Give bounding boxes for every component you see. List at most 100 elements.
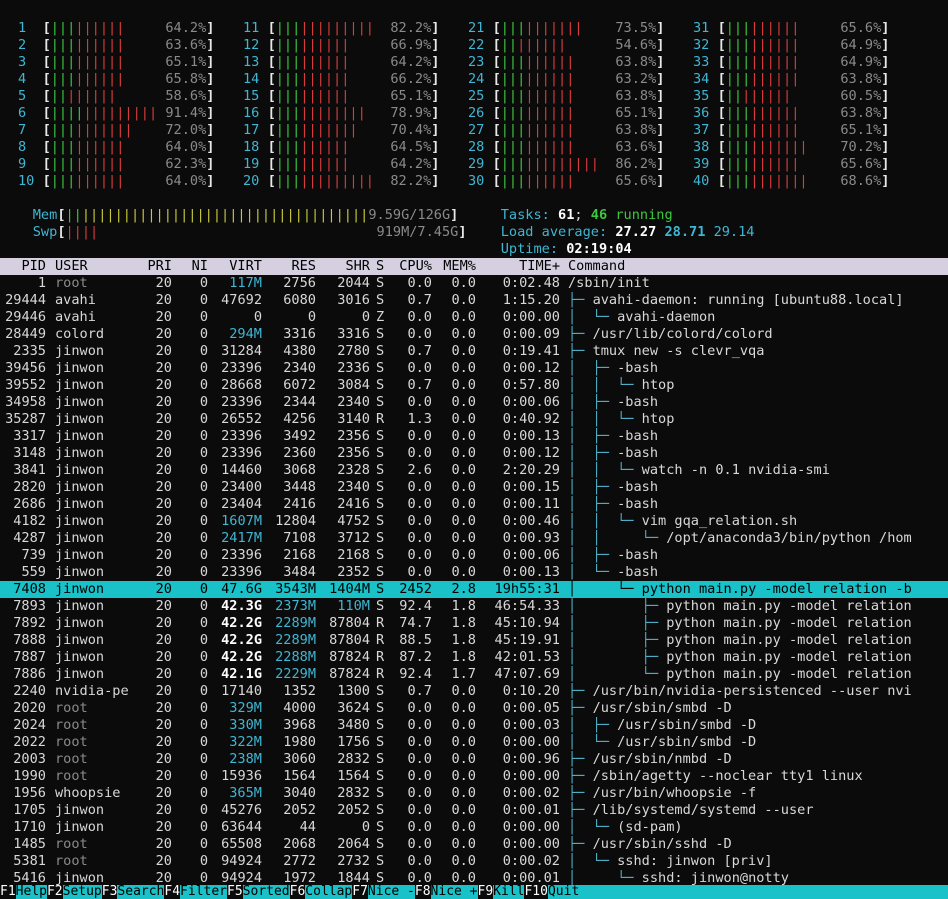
meter-bar-empty xyxy=(358,122,391,138)
fkey-f3[interactable]: F3 xyxy=(101,885,118,899)
process-cpu: 0.0 xyxy=(407,445,432,461)
fkey-label[interactable]: Collap xyxy=(305,885,352,899)
process-row[interactable]: 7886 jinwon 20 0 42.1G 2229M 87824 R 92.4 1.7 47:0… xyxy=(0,666,948,683)
process-row[interactable]: 1710 jinwon 20 0 63644 44 0 S 0.0 0.0 0:00.00 │ └─ … xyxy=(0,819,948,836)
col-user[interactable]: USER xyxy=(55,258,139,275)
process-st: S xyxy=(376,734,385,750)
fkey-label[interactable]: Kill xyxy=(493,885,524,899)
meter-bracket: [ xyxy=(492,71,501,87)
fkey-f4[interactable]: F4 xyxy=(164,885,181,899)
process-row[interactable]: 39552 jinwon 20 0 28668 6072 3084 S 0.7 0.0 0:57.8… xyxy=(0,377,948,394)
process-row[interactable]: 35287 jinwon 20 0 26552 4256 3140 R 1.3 0.0 0:40.9… xyxy=(0,411,948,428)
process-row[interactable]: 2022 root 20 0 322M 1980 1756 S 0.0 0.0 0:00.00 │ └… xyxy=(0,734,948,751)
process-ni: 0 xyxy=(199,547,208,563)
process-row[interactable]: 7408 jinwon 20 0 47.6G 3543M 1404M S 2452 2.8 19h5… xyxy=(0,581,948,598)
process-command: │ └─ python main.py -model relation xyxy=(568,666,948,683)
col-time[interactable]: TIME+ xyxy=(480,258,560,275)
cpu-id: 18 xyxy=(243,139,260,155)
fkey-f7[interactable]: F7 xyxy=(352,885,368,899)
col-pri[interactable]: PRI xyxy=(146,258,172,275)
process-row[interactable]: 28449 colord 20 0 294M 3316 3316 S 0.0 0.0 0:00.09… xyxy=(0,326,948,343)
cpu-percent: 64.2% xyxy=(165,20,207,36)
process-row[interactable]: 2686 jinwon 20 0 23404 2416 2416 S 0.0 0.0 0:00.11… xyxy=(0,496,948,513)
col-shr[interactable]: SHR xyxy=(316,258,370,275)
process-row[interactable]: 3841 jinwon 20 0 14460 3068 2328 S 2.6 0.0 2:20.29… xyxy=(0,462,948,479)
meter-bar-low: ||| xyxy=(50,20,76,36)
process-row[interactable]: 2024 root 20 0 330M 3968 3480 S 0.0 0.0 0:00.03 │ ├… xyxy=(0,717,948,734)
fkey-label[interactable]: Quit xyxy=(548,885,579,899)
fkey-label[interactable]: Nice + xyxy=(431,885,478,899)
process-row[interactable]: 1990 root 20 0 15936 1564 1564 S 0.0 0.0 0:00.00 ├─… xyxy=(0,768,948,785)
process-row[interactable]: 2003 root 20 0 238M 3060 2832 S 0.0 0.0 0:00.96 ├─ … xyxy=(0,751,948,768)
fkey-f10[interactable]: F10 xyxy=(524,885,548,899)
process-virt: 42.3G xyxy=(221,598,262,614)
process-row[interactable]: 29444 avahi 20 0 47692 6080 3016 S 0.7 0.0 1:15.20… xyxy=(0,292,948,309)
process-row[interactable]: 1705 jinwon 20 0 45276 2052 2052 S 0.0 0.0 0:00.01… xyxy=(0,802,948,819)
meter-bar-high: |||||| xyxy=(742,88,792,104)
process-row[interactable]: 5381 root 20 0 94924 2772 2732 S 0.0 0.0 0:00.02 │ … xyxy=(0,853,948,870)
process-row[interactable]: 39456 jinwon 20 0 23396 2340 2336 S 0.0 0.0 0:00.1… xyxy=(0,360,948,377)
process-row[interactable]: 29446 avahi 20 0 0 0 0 Z 0.0 0.0 0:00.00 │ └─ avahi… xyxy=(0,309,948,326)
process-mem: 0.0 xyxy=(451,513,476,529)
fkey-f2[interactable]: F2 xyxy=(46,885,63,899)
process-row[interactable]: 7887 jinwon 20 0 42.2G 2288M 87824 R 87.2 1.8 42:0… xyxy=(0,649,948,666)
process-row[interactable]: 3317 jinwon 20 0 23396 3492 2356 S 0.0 0.0 0:00.13… xyxy=(0,428,948,445)
cpu-percent: 63.6% xyxy=(165,37,207,53)
col-ni[interactable]: NI xyxy=(178,258,208,275)
cpu-meter-row: 1 [||||||||| 64.2%] 11 [|||||||||||| 82.2… xyxy=(0,20,948,37)
meter-bracket: ] xyxy=(431,71,440,87)
process-row[interactable]: 1485 root 20 0 65508 2068 2064 S 0.0 0.0 0:00.00 ├─… xyxy=(0,836,948,853)
process-row[interactable]: 2240 nvidia-pe 20 0 17140 1352 1300 S 0.7 0.0 0:10… xyxy=(0,683,948,700)
fkey-f6[interactable]: F6 xyxy=(289,885,306,899)
process-pid: 2024 xyxy=(13,717,46,733)
fkey-f8[interactable]: F8 xyxy=(414,885,431,899)
process-shr: 2356 xyxy=(337,428,370,444)
process-pri: 20 xyxy=(155,649,172,665)
process-row[interactable]: 7888 jinwon 20 0 42.2G 2289M 87804 R 88.5 1.8 45:1… xyxy=(0,632,948,649)
process-row[interactable]: 7893 jinwon 20 0 42.3G 2373M 110M S 92.4 1.8 46:54… xyxy=(0,598,948,615)
process-st: S xyxy=(376,428,385,444)
meter-bracket: [ xyxy=(42,88,51,104)
fkey-label[interactable]: Nice - xyxy=(368,885,415,899)
process-res: 3068 xyxy=(283,462,316,478)
process-row[interactable]: 2335 jinwon 20 0 31284 4380 2780 S 0.7 0.0 0:19.41… xyxy=(0,343,948,360)
process-mem: 1.8 xyxy=(451,649,476,665)
process-row[interactable]: 3148 jinwon 20 0 23396 2360 2356 S 0.0 0.0 0:00.12… xyxy=(0,445,948,462)
fkey-label[interactable]: Search xyxy=(117,885,164,899)
fkey-f1[interactable]: F1 xyxy=(0,885,16,899)
process-row[interactable]: 2820 jinwon 20 0 23400 3448 2340 S 0.0 0.0 0:00.15… xyxy=(0,479,948,496)
cpu-percent: 68.6% xyxy=(840,173,882,189)
process-row[interactable]: 4287 jinwon 20 0 2417M 7108 3712 S 0.0 0.0 0:00.93… xyxy=(0,530,948,547)
process-row[interactable]: 559 jinwon 20 0 23396 3484 2352 S 0.0 0.0 0:00.13 │… xyxy=(0,564,948,581)
process-cpu: 0.0 xyxy=(407,819,432,835)
process-row[interactable]: 34958 jinwon 20 0 23396 2344 2340 S 0.0 0.0 0:00.0… xyxy=(0,394,948,411)
process-row[interactable]: 4182 jinwon 20 0 1607M 12804 4752 S 0.0 0.0 0:00.4… xyxy=(0,513,948,530)
meter-bar-low: ||| xyxy=(275,122,301,138)
fkey-f9[interactable]: F9 xyxy=(477,885,494,899)
cpu-percent: 64.9% xyxy=(840,37,882,53)
process-row[interactable]: 2020 root 20 0 329M 4000 3624 S 0.0 0.0 0:00.05 ├─ … xyxy=(0,700,948,717)
process-pri: 20 xyxy=(155,853,172,869)
fkey-label[interactable]: Sorted xyxy=(243,885,290,899)
fkey-f5[interactable]: F5 xyxy=(227,885,243,899)
process-row[interactable]: 1 root 20 0 117M 2756 2044 S 0.0 0.0 0:02.48/sbin/… xyxy=(0,275,948,292)
meter-bar-empty xyxy=(124,156,165,172)
fkey-label[interactable]: Help xyxy=(16,885,47,899)
fkey-label[interactable]: Setup xyxy=(63,885,102,899)
process-st: S xyxy=(376,275,385,291)
col-cpu[interactable]: CPU% xyxy=(386,258,432,275)
meter-bar-empty xyxy=(349,54,390,70)
process-row[interactable]: 1956 whoopsie 20 0 365M 3040 2832 S 0.0 0.0 0:00.0… xyxy=(0,785,948,802)
cpu-id: 34 xyxy=(693,71,710,87)
col-command[interactable]: Command xyxy=(568,258,948,275)
col-state[interactable]: S xyxy=(376,258,386,275)
fkey-label[interactable]: Filter xyxy=(180,885,227,899)
col-mem[interactable]: MEM% xyxy=(436,258,476,275)
process-row[interactable]: 7892 jinwon 20 0 42.2G 2289M 87804 R 74.7 1.8 45:1… xyxy=(0,615,948,632)
process-row[interactable]: 739 jinwon 20 0 23396 2168 2168 S 0.0 0.0 0:00.06 │… xyxy=(0,547,948,564)
col-virt[interactable]: VIRT xyxy=(208,258,262,275)
process-ni: 0 xyxy=(199,649,208,665)
col-res[interactable]: RES xyxy=(262,258,316,275)
cpu-meter: 11 [|||||||||||| 82.2%] xyxy=(243,20,439,37)
col-pid[interactable]: PID xyxy=(0,258,46,275)
